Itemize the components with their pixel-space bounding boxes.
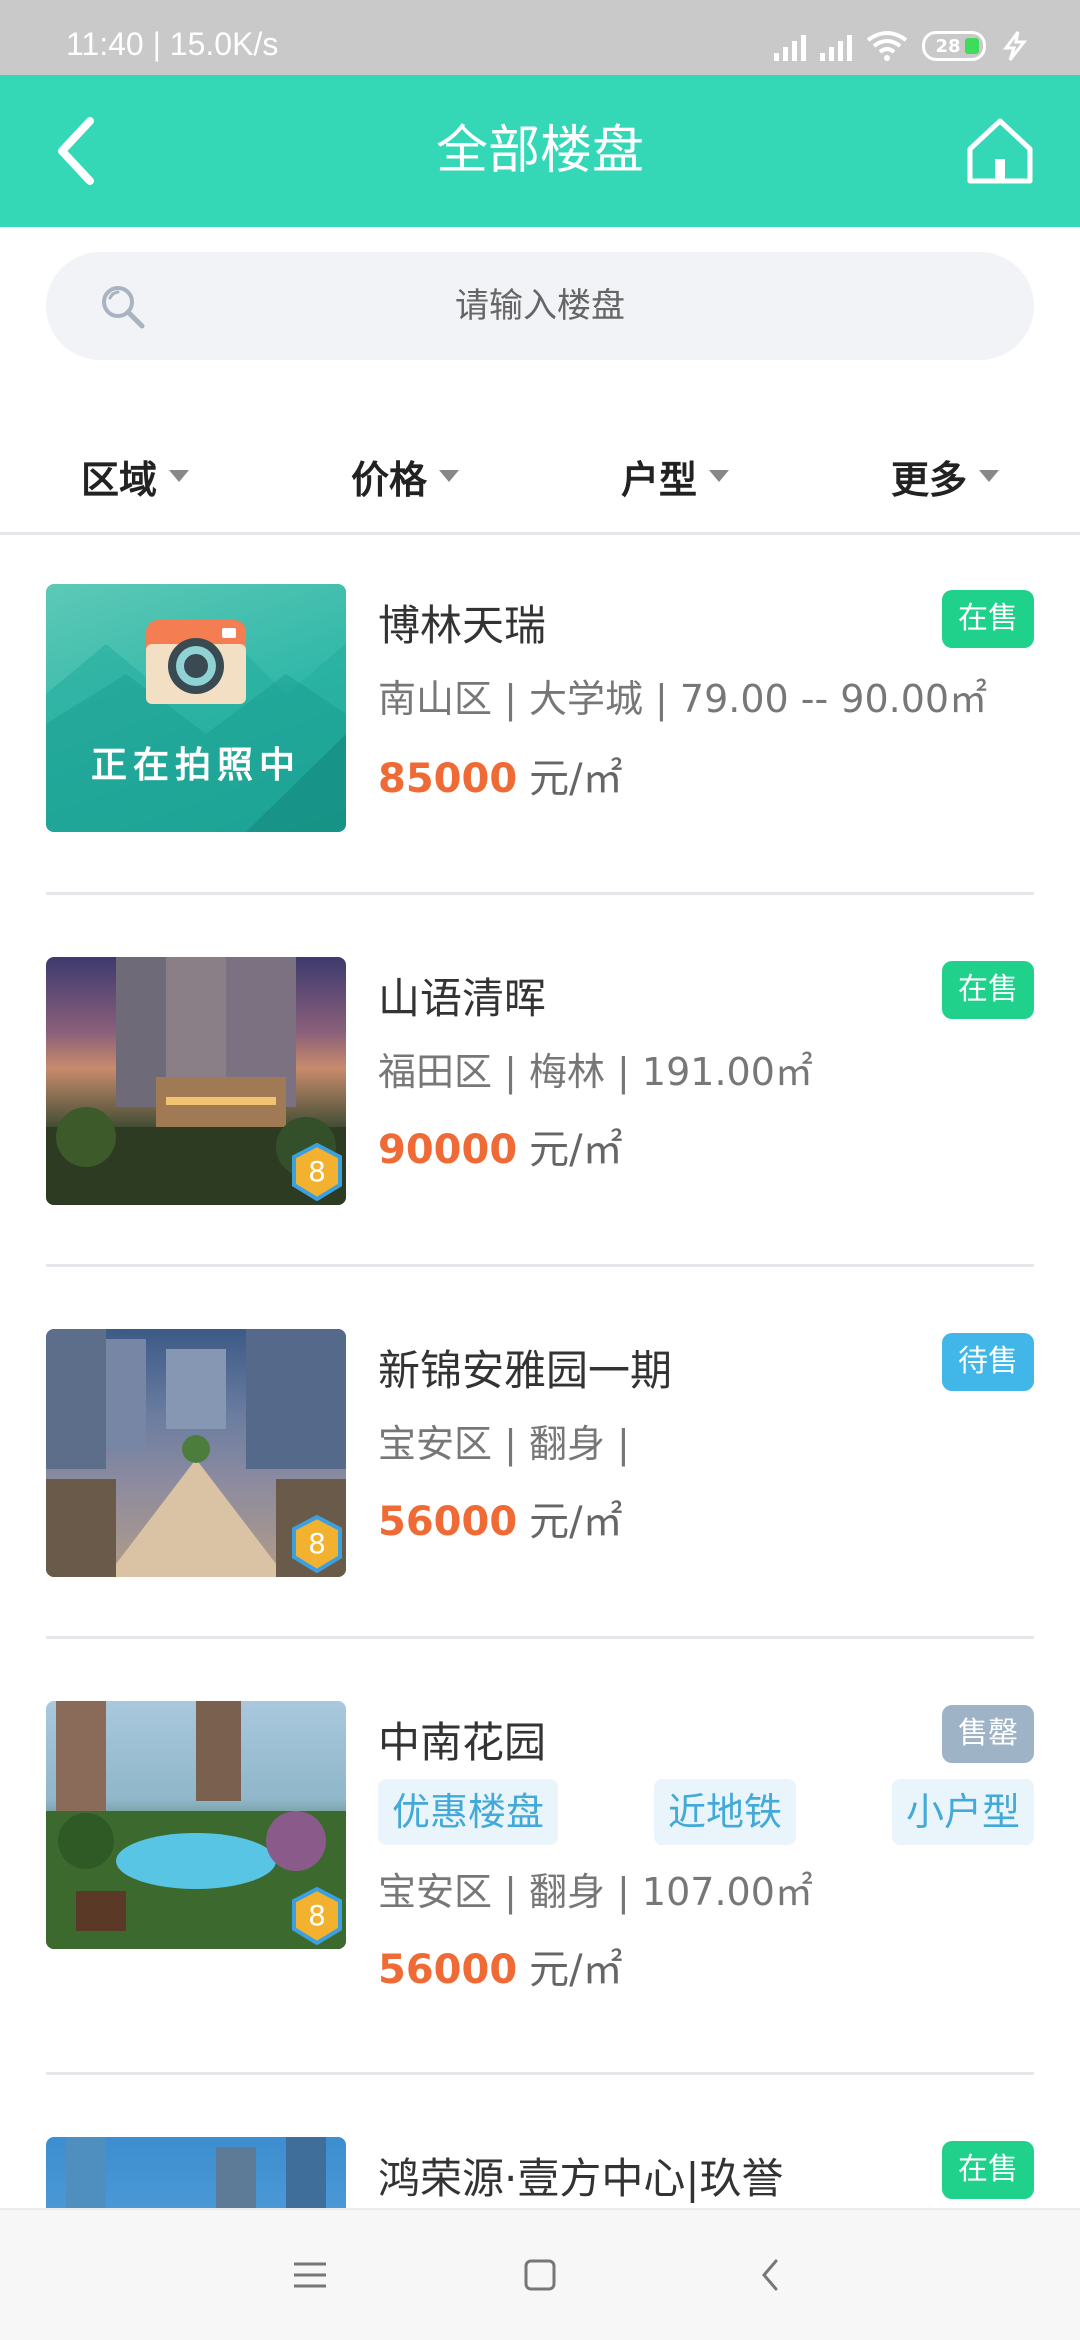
search-icon xyxy=(102,286,145,329)
property-thumbnail: 8 xyxy=(46,1701,346,1949)
system-nav-bar xyxy=(0,2208,1080,2340)
property-item-bolin-tianrui[interactable]: 正在拍照中 博林天瑞 在售 南山区 | 大学城 | 79.00 -- 90.00… xyxy=(46,538,1034,895)
menu-icon xyxy=(294,2262,326,2288)
status-icons: 28 xyxy=(774,26,1030,66)
status-badge: 待售 xyxy=(942,1333,1034,1391)
battery-icon: 28 xyxy=(922,31,986,61)
price-unit: 元/㎡ xyxy=(529,1499,623,1545)
property-name: 新锦安雅园一期 xyxy=(378,1346,673,1395)
tag-near-subway: 近地铁 xyxy=(653,1779,796,1845)
property-meta: 宝安区 | 翻身 | xyxy=(378,1422,630,1466)
filter-bar: 区域 价格 户型 更多 xyxy=(0,420,1080,535)
filter-layout[interactable]: 户型 xyxy=(540,420,810,532)
rank-medal-icon: 8 xyxy=(292,1887,342,1945)
feature-tags: 优惠楼盘 近地铁 小户型 xyxy=(378,1779,1034,1845)
charging-icon xyxy=(1003,31,1028,61)
status-badge: 售罄 xyxy=(942,1705,1034,1763)
property-meta: 福田区 | 梅林 | 191.00㎡ xyxy=(378,1050,813,1094)
filter-label: 区域 xyxy=(80,457,157,502)
property-list: 正在拍照中 博林天瑞 在售 南山区 | 大学城 | 79.00 -- 90.00… xyxy=(0,538,1080,2208)
property-thumbnail: 8 xyxy=(46,1329,346,1577)
square-icon xyxy=(524,2259,556,2291)
signal-icon xyxy=(774,31,806,61)
svg-text:8: 8 xyxy=(308,1527,326,1560)
filter-label: 价格 xyxy=(350,457,427,502)
photo-placeholder xyxy=(46,620,346,832)
price-unit: 元/㎡ xyxy=(529,1127,623,1173)
menu-button[interactable] xyxy=(270,2235,350,2315)
status-bar: 11:40 | 15.0K/s 28 xyxy=(0,0,1080,75)
svg-text:8: 8 xyxy=(308,1899,326,1932)
property-meta: 宝安区 | 翻身 | 107.00㎡ xyxy=(378,1870,813,1914)
home-nav-button[interactable] xyxy=(500,2235,580,2315)
property-item-shanyu-qinghui[interactable]: 8 山语清晖 在售 福田区 | 梅林 | 191.00㎡ 90000 元/㎡ xyxy=(46,895,1034,1267)
building-photo xyxy=(66,2137,326,2208)
status-badge: 在售 xyxy=(942,961,1034,1019)
price-value: 85000 xyxy=(378,756,518,802)
property-price: 56000 元/㎡ xyxy=(378,1489,623,1547)
wifi-icon xyxy=(866,31,908,61)
dropdown-triangle-icon xyxy=(439,470,459,482)
back-nav-button[interactable] xyxy=(730,2235,810,2315)
rank-medal-icon: 8 xyxy=(292,1143,342,1201)
home-button[interactable] xyxy=(960,111,1040,191)
search-input[interactable] xyxy=(46,252,1034,360)
price-unit: 元/㎡ xyxy=(529,756,623,802)
signal-icon xyxy=(820,31,852,61)
chevron-left-icon xyxy=(58,117,94,185)
property-item-hongrongyuan[interactable]: 鸿荣源·壹方中心|玖誉 在售 xyxy=(46,2075,1034,2208)
home-icon xyxy=(967,118,1033,184)
property-name: 中南花园 xyxy=(378,1718,547,1767)
property-meta: 南山区 | 大学城 | 79.00 -- 90.00㎡ xyxy=(378,677,988,721)
property-name: 山语清晖 xyxy=(378,974,547,1023)
dropdown-triangle-icon xyxy=(169,470,189,482)
filter-price[interactable]: 价格 xyxy=(270,420,540,532)
filter-region[interactable]: 区域 xyxy=(0,420,270,532)
filter-more[interactable]: 更多 xyxy=(810,420,1080,532)
price-value: 90000 xyxy=(378,1127,518,1173)
svg-text:8: 8 xyxy=(308,1155,326,1188)
status-badge: 在售 xyxy=(942,2141,1034,2199)
property-price: 85000 元/㎡ xyxy=(378,746,623,804)
search-bar xyxy=(46,252,1034,360)
property-price: 56000 元/㎡ xyxy=(378,1937,623,1995)
property-item-xinjin-anyayuan[interactable]: 8 新锦安雅园一期 待售 宝安区 | 翻身 | 56000 元/㎡ xyxy=(46,1267,1034,1639)
dropdown-triangle-icon xyxy=(979,470,999,482)
property-thumbnail xyxy=(46,2137,346,2208)
price-value: 56000 xyxy=(378,1499,518,1545)
dropdown-triangle-icon xyxy=(709,470,729,482)
rank-medal-icon: 8 xyxy=(292,1515,342,1573)
property-name: 博林天瑞 xyxy=(378,601,547,650)
screen: 11:40 | 15.0K/s 28 全部楼盘 请输入楼盘 区域 价格 户型 更… xyxy=(0,0,1080,2340)
property-price: 90000 元/㎡ xyxy=(378,1117,623,1175)
filter-label: 更多 xyxy=(890,457,967,502)
property-item-zhongnan-huayuan[interactable]: 8 中南花园 售罄 优惠楼盘 近地铁 小户型 宝安区 | 翻身 | 107.00… xyxy=(46,1639,1034,2075)
filter-label: 户型 xyxy=(620,457,697,502)
battery-level: 28 xyxy=(935,35,961,57)
app-header: 全部楼盘 xyxy=(0,75,1080,227)
property-thumbnail: 正在拍照中 xyxy=(46,584,346,832)
property-name: 鸿荣源·壹方中心|玖誉 xyxy=(378,2154,784,2203)
tag-small-unit: 小户型 xyxy=(891,1779,1034,1845)
price-value: 56000 xyxy=(378,1947,518,1993)
price-unit: 元/㎡ xyxy=(529,1947,623,1993)
back-button[interactable] xyxy=(40,111,120,191)
thumbnail-caption: 正在拍照中 xyxy=(90,744,301,786)
back-chevron-icon xyxy=(762,2259,778,2291)
status-time: 11:40 | 15.0K/s xyxy=(66,26,279,62)
page-title: 全部楼盘 xyxy=(435,121,644,181)
tag-discount: 优惠楼盘 xyxy=(378,1779,559,1845)
status-badge: 在售 xyxy=(942,590,1034,648)
property-thumbnail: 8 xyxy=(46,957,346,1205)
